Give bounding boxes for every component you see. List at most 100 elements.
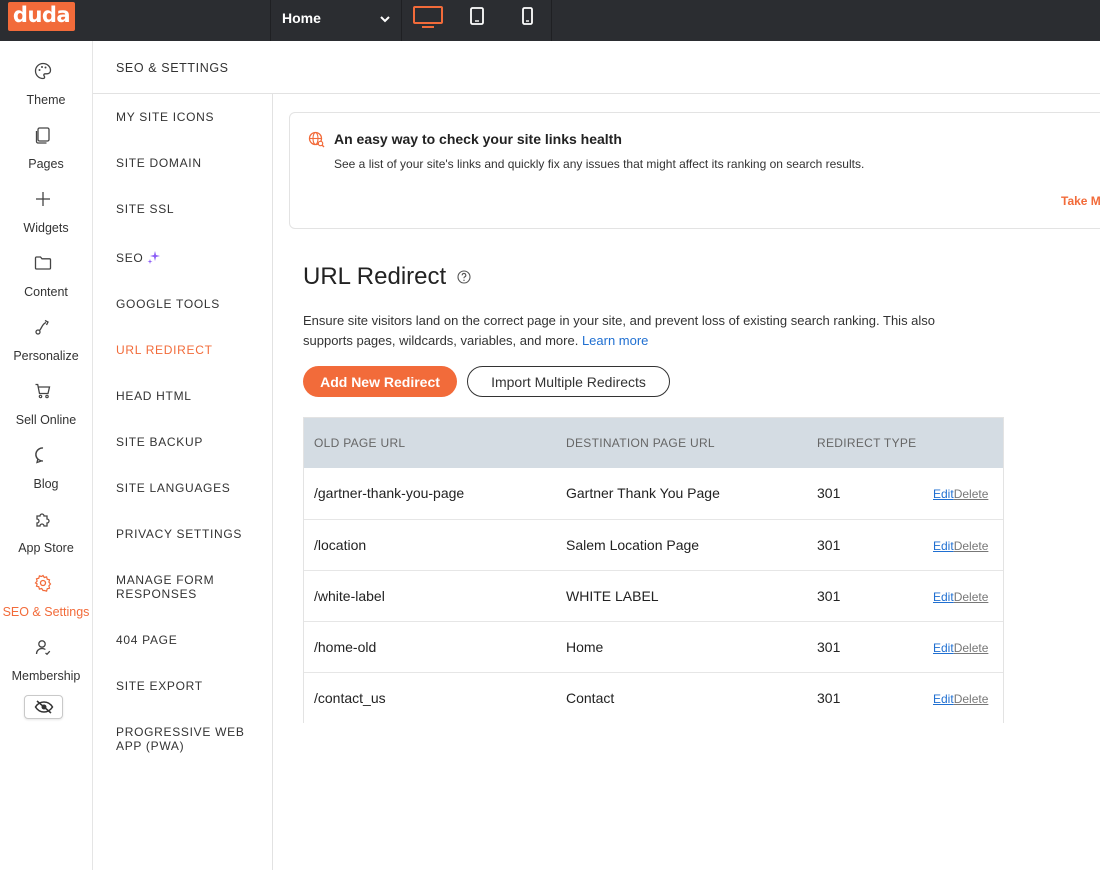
old-url-cell: /location — [314, 537, 367, 553]
destination-cell: WHITE LABEL — [566, 588, 659, 604]
row-actions: EditDelete — [933, 487, 988, 501]
page-description: Ensure site visitors land on the correct… — [303, 311, 983, 351]
settings-nav-404-page[interactable]: 404 PAGE — [116, 633, 266, 647]
banner-description: See a list of your site's links and quic… — [334, 157, 865, 171]
settings-title: SEO & SETTINGS — [116, 61, 229, 75]
user-icon — [35, 640, 51, 656]
row-actions: EditDelete — [933, 692, 988, 706]
delete-link[interactable]: Delete — [954, 692, 989, 706]
delete-link[interactable]: Delete — [954, 539, 989, 553]
desktop-view-button[interactable] — [403, 0, 453, 41]
settings-nav-google-tools[interactable]: GOOGLE TOOLS — [116, 297, 266, 311]
banner-cta-link[interactable]: Take M — [1061, 194, 1100, 208]
top-bar: duda Home — [0, 0, 1100, 41]
edit-link[interactable]: Edit — [933, 590, 954, 604]
settings-nav-site-backup[interactable]: SITE BACKUP — [116, 435, 266, 449]
globe-search-icon — [308, 131, 325, 148]
rail-item-sell-online[interactable]: Sell Online — [0, 370, 92, 434]
redirect-type-cell: 301 — [817, 537, 841, 553]
duda-logo[interactable]: duda — [8, 2, 75, 31]
rail-item-theme[interactable]: Theme — [0, 50, 92, 114]
rail-label: Blog — [33, 477, 59, 491]
mobile-icon — [522, 7, 533, 25]
rail-item-seo-settings[interactable]: SEO & Settings — [0, 562, 92, 626]
settings-nav-site-ssl[interactable]: SITE SSL — [116, 202, 266, 216]
settings-nav-head-html[interactable]: HEAD HTML — [116, 389, 266, 403]
rail-label: Personalize — [13, 349, 79, 363]
personalize-icon — [35, 319, 49, 335]
rail-item-blog[interactable]: Blog — [0, 434, 92, 498]
old-url-cell: /gartner-thank-you-page — [314, 485, 465, 501]
rail-item-content[interactable]: Content — [0, 242, 92, 306]
sparkle-icon — [147, 251, 161, 264]
row-actions: EditDelete — [933, 590, 988, 604]
settings-nav-site-export[interactable]: SITE EXPORT — [116, 679, 266, 693]
edit-link[interactable]: Edit — [933, 487, 954, 501]
tablet-icon — [470, 7, 484, 25]
redirect-type-cell: 301 — [817, 588, 841, 604]
table-row: /location Salem Location Page 301 EditDe… — [304, 519, 1003, 570]
table-row: /contact_us Contact 301 EditDelete — [304, 672, 1003, 723]
redirect-type-cell: 301 — [817, 690, 841, 706]
banner-title: An easy way to check your site links hea… — [334, 131, 622, 147]
table-row: /gartner-thank-you-page Gartner Thank Yo… — [304, 468, 1003, 519]
destination-cell: Salem Location Page — [566, 537, 700, 553]
edit-link[interactable]: Edit — [933, 641, 954, 655]
settings-nav-site-domain[interactable]: SITE DOMAIN — [116, 156, 266, 170]
pages-icon — [35, 127, 50, 144]
rail-label: Theme — [26, 93, 66, 107]
table-row: /white-label WHITE LABEL 301 EditDelete — [304, 570, 1003, 621]
rail-item-app-store[interactable]: App Store — [0, 498, 92, 562]
destination-cell: Gartner Thank You Page — [566, 485, 720, 501]
mobile-view-button[interactable] — [503, 0, 553, 41]
rail-item-widgets[interactable]: Widgets — [0, 178, 92, 242]
add-new-redirect-button[interactable]: Add New Redirect — [303, 366, 457, 397]
settings-nav-my-site-icons[interactable]: MY SITE ICONS — [116, 110, 266, 124]
settings-nav-url-redirect[interactable]: URL REDIRECT — [116, 343, 266, 357]
settings-nav-privacy-settings[interactable]: PRIVACY SETTINGS — [116, 527, 266, 541]
rail-item-pages[interactable]: Pages — [0, 114, 92, 178]
settings-nav-pwa[interactable]: PROGRESSIVE WEB APP (PWA) — [116, 725, 246, 753]
rail-label: App Store — [18, 541, 74, 555]
delete-link[interactable]: Delete — [954, 487, 989, 501]
redirect-type-cell: 301 — [817, 485, 841, 501]
column-header-old-url: OLD PAGE URL — [314, 436, 406, 450]
rail-label: Pages — [28, 157, 64, 171]
puzzle-icon — [36, 513, 50, 527]
folder-icon — [34, 256, 52, 270]
rail-label: Sell Online — [15, 413, 77, 427]
settings-nav-seo[interactable]: SEO — [116, 250, 266, 265]
page-title: URL Redirect — [303, 263, 447, 290]
edit-link[interactable]: Edit — [933, 692, 954, 706]
settings-nav-manage-form-responses[interactable]: MANAGE FORM RESPONSES — [116, 573, 226, 601]
chat-bubble-icon — [35, 447, 44, 464]
table-row: /home-old Home 301 EditDelete — [304, 621, 1003, 672]
column-header-redirect-type: REDIRECT TYPE — [817, 436, 917, 450]
page-selector[interactable]: Home — [270, 0, 402, 41]
learn-more-link[interactable]: Learn more — [582, 333, 648, 348]
rail-label: Membership — [11, 669, 81, 683]
page-selector-value: Home — [282, 10, 321, 26]
old-url-cell: /home-old — [314, 639, 377, 655]
plus-icon — [36, 192, 50, 206]
import-multiple-redirects-button[interactable]: Import Multiple Redirects — [467, 366, 670, 397]
rail-label: Widgets — [23, 221, 69, 235]
hide-preview-button[interactable] — [24, 695, 63, 719]
edit-link[interactable]: Edit — [933, 539, 954, 553]
settings-nav: MY SITE ICONS SITE DOMAIN SITE SSL SEO G… — [93, 94, 273, 870]
redirects-table: OLD PAGE URL DESTINATION PAGE URL REDIRE… — [303, 417, 1004, 723]
settings-nav-site-languages[interactable]: SITE LANGUAGES — [116, 481, 266, 495]
destination-cell: Home — [566, 639, 604, 655]
rail-item-personalize[interactable]: Personalize — [0, 306, 92, 370]
old-url-cell: /white-label — [314, 588, 385, 604]
help-circle-icon[interactable] — [457, 270, 471, 284]
row-actions: EditDelete — [933, 539, 988, 553]
tablet-view-button[interactable] — [453, 0, 503, 41]
delete-link[interactable]: Delete — [954, 641, 989, 655]
old-url-cell: /contact_us — [314, 690, 386, 706]
delete-link[interactable]: Delete — [954, 590, 989, 604]
rail-item-membership[interactable]: Membership — [0, 626, 92, 690]
left-rail: Theme Pages Widgets Content Personalize … — [0, 41, 93, 870]
palette-icon — [34, 62, 52, 80]
row-actions: EditDelete — [933, 641, 988, 655]
